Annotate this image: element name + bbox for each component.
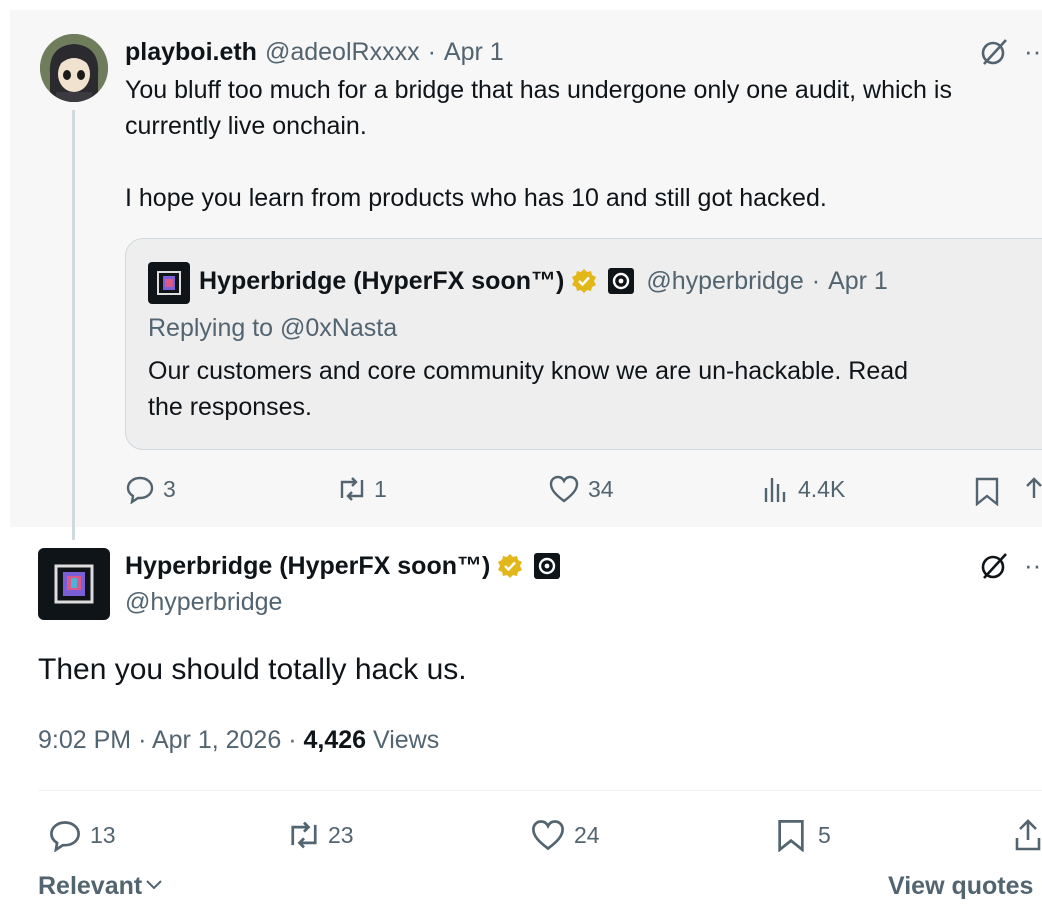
more-options-icon[interactable]: ·· [1024, 550, 1041, 581]
tweet-text-line: currently live onchain. [125, 112, 367, 140]
replying-to[interactable]: Replying to @0xNasta [148, 310, 397, 346]
thread-line [72, 110, 75, 540]
like-count: 24 [574, 821, 600, 848]
reply-count: 13 [90, 821, 116, 848]
views-count: 4.4K [798, 475, 846, 502]
quoted-author-handle[interactable]: @hyperbridge [646, 267, 803, 296]
reply-count: 3 [163, 475, 176, 502]
views-label: Views [372, 726, 440, 754]
avatar[interactable] [38, 548, 110, 620]
bookmark-count: 5 [818, 821, 831, 848]
like-button[interactable]: 34 [548, 474, 614, 504]
repost-icon [336, 474, 368, 504]
avatar[interactable] [40, 34, 108, 102]
author-handle[interactable]: @hyperbridge [125, 584, 282, 620]
tweet-date[interactable]: Apr 1 [444, 38, 504, 67]
repost-button[interactable]: 1 [336, 474, 387, 504]
verified-badge-icon [496, 552, 524, 580]
separator: · [811, 266, 821, 295]
grok-icon[interactable] [978, 550, 1010, 587]
more-options-icon[interactable]: ·· [1024, 36, 1041, 67]
separator: · [288, 726, 297, 754]
like-count: 34 [588, 475, 614, 502]
author-handle[interactable]: @adeolRxxxx [265, 38, 420, 67]
repost-button[interactable]: 23 [286, 818, 354, 852]
bookmark-icon [776, 818, 806, 852]
views-button[interactable]: 4.4K [762, 474, 845, 504]
affiliate-badge-icon[interactable] [534, 553, 561, 579]
view-quotes-link[interactable]: View quotes [888, 872, 1033, 901]
share-icon[interactable] [1024, 476, 1042, 511]
like-button[interactable]: 24 [530, 818, 600, 852]
sort-replies-dropdown[interactable]: Relevant [38, 872, 164, 901]
views-count: 4,426 [303, 726, 367, 754]
reply-button[interactable]: 13 [48, 818, 116, 852]
affiliate-badge-icon[interactable] [608, 268, 635, 294]
heart-icon [548, 474, 580, 504]
author-name[interactable]: Hyperbridge (HyperFX soon™) [125, 552, 490, 581]
tweet-date[interactable]: Apr 1, 2026 [152, 726, 281, 754]
share-icon[interactable] [1014, 818, 1042, 857]
quoted-tweet-date[interactable]: Apr 1 [828, 267, 888, 296]
separator: · [138, 726, 147, 754]
repost-icon [286, 818, 322, 852]
analytics-icon [762, 474, 790, 504]
author-name[interactable]: playboi.eth [125, 38, 257, 67]
reply-icon [48, 818, 82, 852]
quoted-text-line: Our customers and core community know we… [148, 357, 909, 385]
separator: · [427, 37, 436, 66]
chevron-down-icon [144, 872, 164, 901]
repost-count: 1 [374, 475, 387, 502]
tweet-text-line: You bluff too much for a bridge that has… [125, 76, 952, 104]
reply-icon [125, 474, 155, 504]
grok-icon[interactable] [978, 36, 1010, 73]
bookmark-icon[interactable] [974, 476, 1000, 511]
tweet-time[interactable]: 9:02 PM [38, 726, 131, 754]
main-tweet-text: Then you should totally hack us. [38, 653, 467, 686]
repost-count: 23 [328, 821, 354, 848]
tweet-text-line: I hope you learn from products who has 1… [125, 184, 827, 212]
sort-label: Relevant [38, 872, 143, 900]
quoted-text-line: the responses. [148, 393, 312, 421]
bookmark-button[interactable]: 5 [776, 818, 831, 852]
divider [38, 790, 1042, 791]
quoted-author-name[interactable]: Hyperbridge (HyperFX soon™) [199, 267, 564, 296]
heart-icon [530, 818, 566, 852]
hyperbridge-logo[interactable] [148, 262, 190, 304]
verified-badge-icon [570, 267, 598, 295]
reply-button[interactable]: 3 [125, 474, 176, 504]
